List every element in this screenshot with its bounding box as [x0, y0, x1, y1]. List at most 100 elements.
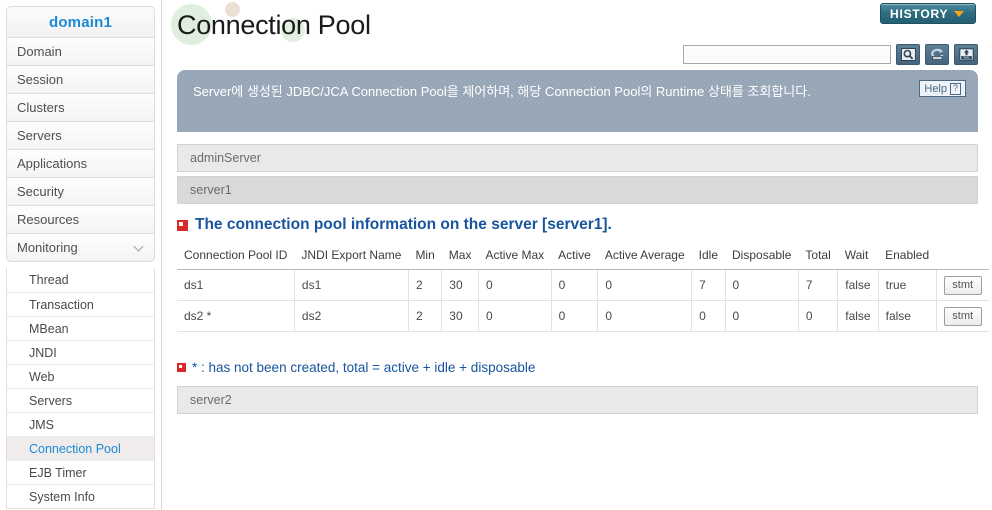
cell-actions: stmt: [935, 269, 989, 301]
sidebar-subitem-label: Connection Pool: [29, 441, 121, 456]
cell-idle: 7: [691, 269, 726, 301]
server-row-server2[interactable]: server2: [177, 386, 978, 414]
sidebar-subitem-label: System Info: [29, 489, 95, 504]
sidebar-item-label: Monitoring: [17, 240, 78, 255]
sidebar-item-label: Domain: [17, 44, 62, 59]
cell-idle: 0: [691, 300, 726, 332]
sidebar-item-transaction[interactable]: Transaction: [7, 292, 154, 316]
sidebar-subitem-label: MBean: [29, 321, 69, 336]
column-header-enabled: Enabled: [878, 242, 937, 270]
cell-active-average: 0: [597, 300, 693, 332]
column-header-min: Min: [408, 242, 442, 270]
connection-pool-table: Connection Pool ID JNDI Export Name Min …: [177, 242, 989, 332]
cell-active: 0: [550, 300, 599, 332]
table-footnote-text: * : has not been created, total = active…: [192, 360, 536, 375]
cell-max: 30: [441, 300, 479, 332]
cell-active-max: 0: [477, 300, 552, 332]
sidebar-item-jms[interactable]: JMS: [7, 412, 154, 436]
sidebar-item-connection-pool[interactable]: Connection Pool: [7, 436, 154, 460]
cell-min: 2: [407, 300, 443, 332]
sidebar-subitem-label: Servers: [29, 393, 73, 408]
column-header-connection-pool-id: Connection Pool ID: [177, 242, 295, 270]
search-button[interactable]: [896, 44, 920, 65]
cell-active: 0: [550, 269, 599, 301]
square-marker-icon: [177, 363, 186, 372]
column-header-idle: Idle: [691, 242, 726, 270]
cell-enabled: false: [877, 300, 937, 332]
sidebar-subitem-label: JMS: [29, 417, 54, 432]
sidebar-item-clusters[interactable]: Clusters: [6, 94, 155, 122]
sidebar-item-label: Applications: [17, 156, 88, 171]
sidebar-item-servers[interactable]: Servers: [6, 122, 155, 150]
help-button-label: Help: [924, 82, 947, 95]
sidebar-submenu-monitoring: Thread Transaction MBean JNDI Web Server…: [6, 268, 155, 509]
sidebar-item-label: Clusters: [17, 100, 65, 115]
sidebar-item-jndi[interactable]: JNDI: [7, 340, 154, 364]
server-name: adminServer: [190, 151, 261, 165]
sidebar-item-thread[interactable]: Thread: [7, 268, 154, 292]
sidebar-item-monitoring[interactable]: Monitoring: [6, 234, 155, 262]
sidebar-nav-list: Domain Session Clusters Servers Applicat…: [6, 38, 155, 262]
sidebar-item-system-info[interactable]: System Info: [7, 484, 154, 508]
column-header-wait: Wait: [837, 242, 879, 270]
sidebar-item-security[interactable]: Security: [6, 178, 155, 206]
history-button[interactable]: HISTORY: [880, 3, 976, 24]
cell-wait: false: [837, 269, 879, 301]
sidebar-subitem-label: EJB Timer: [29, 465, 87, 480]
cell-active-max: 0: [477, 269, 552, 301]
sidebar-item-resources[interactable]: Resources: [6, 206, 155, 234]
cell-connection-pool-id: ds2 *: [177, 300, 295, 332]
sidebar-item-ejb-timer[interactable]: EJB Timer: [7, 460, 154, 484]
cell-enabled: true: [877, 269, 937, 301]
sidebar-item-web[interactable]: Web: [7, 364, 154, 388]
sidebar-subitem-label: Transaction: [29, 297, 94, 312]
chevron-down-icon: [954, 10, 965, 17]
help-button[interactable]: Help ?: [919, 80, 966, 97]
table-row: ds2 * ds2 2 30 0 0 0 0 0 0 false false s…: [177, 300, 989, 332]
history-button-label: HISTORY: [890, 6, 949, 21]
sidebar-subitem-label: Web: [29, 369, 55, 384]
cell-total: 7: [797, 269, 839, 301]
cell-connection-pool-id: ds1: [177, 269, 295, 301]
sidebar-item-label: Security: [17, 184, 64, 199]
sidebar-item-applications[interactable]: Applications: [6, 150, 155, 178]
section-heading: The connection pool information on the s…: [177, 216, 612, 234]
sidebar-item-session[interactable]: Session: [6, 66, 155, 94]
refresh-button[interactable]: [925, 44, 949, 65]
cell-disposable: 0: [724, 300, 799, 332]
cell-max: 30: [441, 269, 479, 301]
sidebar-item-mbean[interactable]: MBean: [7, 316, 154, 340]
column-header-actions: [936, 242, 989, 270]
server-name: server2: [190, 393, 232, 407]
search-input[interactable]: [683, 45, 891, 64]
application-window: domain1 Domain Session Clusters Servers …: [0, 0, 992, 510]
column-header-jndi-export-name: JNDI Export Name: [294, 242, 409, 270]
column-header-total: Total: [798, 242, 838, 270]
sidebar-item-domain[interactable]: Domain: [6, 38, 155, 66]
search-toolbar: XML: [683, 44, 978, 65]
svg-text:XML: XML: [963, 56, 970, 60]
sidebar-subitem-label: JNDI: [29, 345, 57, 360]
sidebar-item-label: Servers: [17, 128, 62, 143]
column-header-max: Max: [441, 242, 479, 270]
cell-wait: false: [837, 300, 879, 332]
info-banner: Server에 생성된 JDBC/JCA Connection Pool을 제어…: [177, 70, 978, 132]
column-header-active-average: Active Average: [597, 242, 692, 270]
stmt-button[interactable]: stmt: [943, 275, 982, 295]
page-header: Connection Pool HISTORY XML: [163, 0, 992, 65]
column-header-active-max: Active Max: [478, 242, 552, 270]
stmt-button[interactable]: stmt: [943, 306, 982, 326]
sidebar-domain-header[interactable]: domain1: [6, 6, 155, 38]
main-content: Connection Pool HISTORY XML Server에 생성된 …: [163, 0, 992, 510]
sidebar-item-servers-monitoring[interactable]: Servers: [7, 388, 154, 412]
square-marker-icon: [177, 219, 188, 231]
section-heading-text: The connection pool information on the s…: [195, 216, 612, 233]
server-row-adminserver[interactable]: adminServer: [177, 144, 978, 172]
sidebar-subitem-label: Thread: [29, 273, 69, 287]
cell-disposable: 0: [724, 269, 799, 301]
cell-jndi-export-name: ds1: [293, 269, 409, 301]
xml-export-button[interactable]: XML: [954, 44, 978, 65]
sidebar-item-label: Session: [17, 72, 64, 87]
column-header-disposable: Disposable: [725, 242, 799, 270]
server-row-server1[interactable]: server1: [177, 176, 978, 204]
